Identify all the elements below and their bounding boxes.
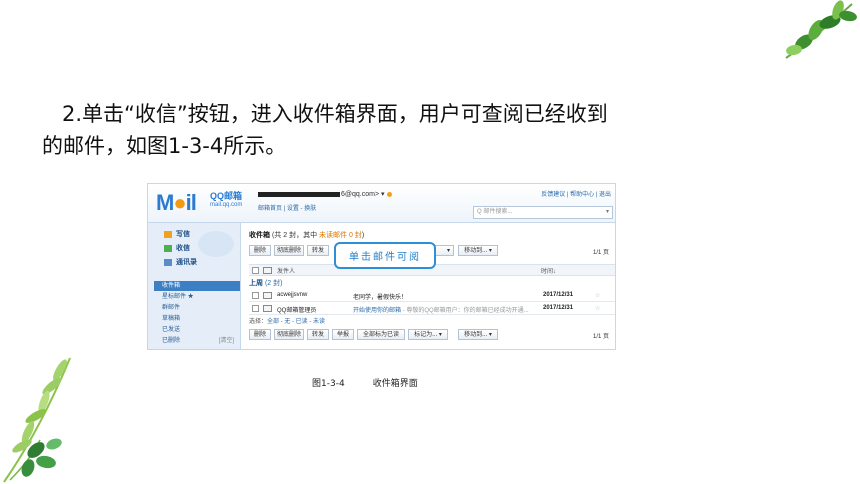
row-subject: 老同学，暑假快乐！ (353, 295, 408, 301)
pencil-icon (164, 230, 172, 238)
leaf-branch-top-right-icon (785, 0, 857, 59)
row-sender: acwejjsvnw (277, 292, 308, 298)
envelope-icon (263, 267, 272, 274)
qq-mascot-icon (198, 231, 234, 257)
sidebar-receive[interactable]: 收信 (164, 243, 190, 253)
figure-title: 收件箱界面 (372, 379, 418, 389)
column-time[interactable]: 时间↓ (541, 266, 556, 275)
move-to-menu[interactable]: 移动到... ▾ (458, 245, 498, 256)
row-date: 2017/12/31 (543, 305, 574, 311)
mark-as-menu[interactable]: 标记为... ▾ (408, 329, 448, 340)
report-button[interactable]: 举报 (332, 329, 354, 340)
folder-deleted[interactable]: 已删除 [清空] (154, 336, 240, 346)
row-date: 2017/12/31 (543, 292, 574, 298)
table-row[interactable]: QQ邮箱管理员 开始使用你的邮箱 - 尊敬的QQ邮箱用户：你的邮箱已经成功开通.… (249, 302, 615, 315)
mark-all-read-button[interactable]: 全部标为已读 (357, 329, 405, 340)
clear-trash-link[interactable]: [清空] (219, 336, 234, 346)
row-checkbox[interactable] (252, 305, 259, 312)
inbox-title: 收件箱 (共 2 封，其中 未读邮件 0 封) (249, 232, 365, 239)
account-email[interactable]: 6@qq.com> ▾ (258, 190, 392, 198)
star-icon[interactable]: ☆ (595, 292, 600, 299)
envelope-icon (263, 292, 272, 299)
body-paragraph: 2.单击“收信”按钮，进入收件箱界面，用户可查阅已经收到 的邮件，如图1-3-4… (42, 98, 762, 162)
table-row[interactable]: acwejjsvnw 老同学，暑假快乐！ 2017/12/31 ☆ (249, 289, 615, 302)
pager: 1/1 页 (592, 334, 609, 340)
row-sender: QQ邮箱管理员 (277, 308, 317, 314)
folder-inbox[interactable]: 收件箱 (154, 281, 240, 291)
body-line-1: 2.单击“收信”按钮，进入收件箱界面，用户可查阅已经收到 (62, 102, 608, 126)
inbox-icon (164, 244, 172, 252)
sidebar: 写信 收信 通讯录 收件箱 星标邮件 ★ 群邮件 草稿箱 已发送 已删除 [清空… (148, 223, 241, 349)
permanent-delete-button[interactable]: 彻底删除 (274, 329, 304, 340)
account-links[interactable]: 邮箱首页 | 设置 - 换肤 (258, 203, 316, 212)
forward-button[interactable]: 转发 (307, 329, 329, 340)
move-to-menu[interactable]: 移动到... ▾ (458, 329, 498, 340)
delete-button[interactable]: 删除 (249, 329, 271, 340)
folder-starred[interactable]: 星标邮件 ★ (154, 292, 240, 302)
permanent-delete-button[interactable]: 彻底删除 (274, 245, 304, 256)
toolbar-bottom: 删除 彻底删除 转发 举报 全部标为已读 标记为... ▾ 移动到... ▾ 1… (249, 329, 615, 340)
pager: 1/1 页 (592, 250, 609, 256)
forward-button[interactable]: 转发 (307, 245, 329, 256)
mail-logo: M●il (156, 190, 197, 215)
envelope-icon (263, 305, 272, 312)
figure-caption: 图1-3-4 收件箱界面 (312, 376, 418, 389)
sidebar-contacts[interactable]: 通讯录 (164, 257, 197, 267)
mail-header: M●il QQ邮箱 mail.qq.com 6@qq.com> ▾ 邮箱首页 |… (148, 184, 615, 223)
mail-domain: mail.qq.com (210, 202, 243, 208)
column-sender[interactable]: 发件人 (277, 266, 295, 275)
callout-bubble: 单击邮件可阅 (334, 242, 436, 269)
row-checkbox[interactable] (252, 292, 259, 299)
search-dropdown-icon[interactable]: ▾ (606, 207, 609, 218)
figure-number: 图1-3-4 (312, 379, 345, 389)
select-all-checkbox[interactable] (252, 267, 259, 274)
top-links[interactable]: 反馈建议 | 帮助中心 | 退出 (541, 189, 611, 198)
select-filter[interactable]: 选择：全部 - 无 - 已读 - 未读 (249, 316, 325, 325)
mark-as-menu[interactable]: ▾ (434, 245, 454, 256)
sidebar-compose[interactable]: 写信 (164, 229, 190, 239)
status-dot-icon (386, 191, 392, 197)
mail-brand: QQ邮箱 (210, 191, 243, 201)
folder-group[interactable]: 群邮件 (154, 303, 240, 313)
contacts-icon (164, 258, 172, 266)
redacted-address (258, 191, 340, 197)
star-icon[interactable]: ☆ (595, 305, 600, 312)
body-line-2: 的邮件，如图1-3-4所示。 (42, 134, 287, 158)
leaf-branch-bottom-left-icon (3, 357, 71, 483)
folder-drafts[interactable]: 草稿箱 (154, 314, 240, 324)
search-input[interactable]: Q 邮件搜索... ▾ (473, 206, 613, 219)
folder-sent[interactable]: 已发送 (154, 325, 240, 335)
delete-button[interactable]: 删除 (249, 245, 271, 256)
row-subject: 开始使用你的邮箱 - 尊敬的QQ邮箱用户：你的邮箱已经成功开通... (353, 308, 529, 314)
group-last-week[interactable]: 上周 (2 封) (249, 278, 282, 288)
